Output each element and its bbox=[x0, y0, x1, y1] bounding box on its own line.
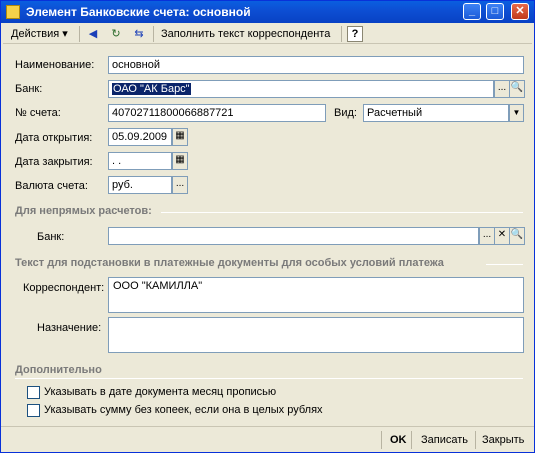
divider bbox=[486, 264, 523, 265]
title-bar[interactable]: Элемент Банковские счета: основной _ □ ✕ bbox=[1, 1, 534, 23]
calendar-icon[interactable]: ▦ bbox=[172, 128, 188, 146]
indirect-bank-input[interactable] bbox=[108, 227, 479, 245]
arrow-left-icon[interactable]: ◀ bbox=[85, 26, 101, 42]
dropdown-arrow-icon: ▾ bbox=[62, 28, 68, 40]
bank-search-icon[interactable]: 🔍 bbox=[509, 80, 525, 98]
minimize-button[interactable]: _ bbox=[463, 3, 481, 20]
account-input[interactable]: 40702711800066887721 bbox=[108, 104, 326, 122]
text-section-title: Текст для подстановки в платежные докуме… bbox=[15, 257, 444, 269]
purpose-textarea[interactable] bbox=[108, 317, 524, 353]
toolbar-separator bbox=[341, 26, 342, 42]
footer-separator bbox=[381, 431, 382, 449]
footer: OK Записать Закрыть bbox=[1, 426, 534, 452]
ok-button[interactable]: OK bbox=[390, 432, 407, 448]
correspondent-textarea[interactable]: ООО "КАМИЛЛА" bbox=[108, 277, 524, 313]
month-in-words-checkbox[interactable] bbox=[27, 386, 40, 399]
copy-arrows-icon[interactable]: ⇆ bbox=[131, 26, 147, 42]
sum-without-kopecks-label: Указывать сумму без копеек, если она в ц… bbox=[44, 404, 323, 416]
window-title: Элемент Банковские счета: основной bbox=[26, 5, 251, 19]
kind-label: Вид: bbox=[334, 107, 357, 119]
open-date-label: Дата открытия: bbox=[15, 132, 93, 144]
toolbar-separator bbox=[79, 26, 80, 42]
window-icon bbox=[6, 5, 20, 19]
clear-icon[interactable]: ✕ bbox=[494, 227, 510, 245]
currency-select-button[interactable]: ... bbox=[172, 176, 188, 194]
bank-label: Банк: bbox=[15, 83, 43, 95]
kind-select[interactable]: Расчетный bbox=[363, 104, 509, 122]
indirect-bank-search-icon[interactable]: 🔍 bbox=[509, 227, 525, 245]
account-label: № счета: bbox=[15, 107, 61, 119]
close-button[interactable]: Закрыть bbox=[482, 432, 524, 448]
month-in-words-label: Указывать в дате документа месяц пропись… bbox=[44, 386, 277, 398]
divider bbox=[161, 212, 523, 213]
close-window-button[interactable]: ✕ bbox=[511, 3, 529, 20]
bank-select-button[interactable]: ... bbox=[494, 80, 510, 98]
chevron-down-icon[interactable]: ▼ bbox=[509, 104, 524, 122]
toolbar-separator bbox=[153, 26, 154, 42]
footer-separator bbox=[475, 431, 476, 449]
actions-menu[interactable]: Действия ▾ bbox=[11, 25, 68, 43]
name-label: Наименование: bbox=[15, 59, 95, 71]
indirect-bank-label: Банк: bbox=[37, 231, 65, 243]
close-date-input[interactable]: . . bbox=[108, 152, 172, 170]
divider bbox=[15, 378, 523, 379]
refresh-icon[interactable]: ↻ bbox=[108, 26, 124, 42]
bank-value: ОАО "АК Барс" bbox=[112, 83, 191, 95]
correspondent-label: Корреспондент: bbox=[23, 282, 105, 294]
open-date-input[interactable]: 05.09.2009 bbox=[108, 128, 172, 146]
fill-correspondent-button[interactable]: Заполнить текст корреспондента bbox=[161, 25, 330, 43]
bank-account-window: Элемент Банковские счета: основной _ □ ✕… bbox=[0, 0, 535, 453]
toolbar: Действия ▾ ◀ ↻ ⇆ Заполнить текст корресп… bbox=[3, 24, 532, 44]
name-input[interactable]: основной bbox=[108, 56, 524, 74]
save-button[interactable]: Записать bbox=[421, 432, 468, 448]
close-date-label: Дата закрытия: bbox=[15, 156, 93, 168]
currency-label: Валюта счета: bbox=[15, 180, 88, 192]
indirect-section-title: Для непрямых расчетов: bbox=[15, 205, 152, 217]
indirect-bank-select-button[interactable]: ... bbox=[479, 227, 495, 245]
calendar-icon[interactable]: ▦ bbox=[172, 152, 188, 170]
help-icon[interactable]: ? bbox=[347, 26, 363, 42]
maximize-button[interactable]: □ bbox=[486, 3, 504, 20]
footer-separator bbox=[411, 431, 412, 449]
currency-input[interactable]: руб. bbox=[108, 176, 172, 194]
purpose-label: Назначение: bbox=[37, 322, 102, 334]
bank-input[interactable]: ОАО "АК Барс" bbox=[108, 80, 494, 98]
extra-section-title: Дополнительно bbox=[15, 364, 102, 376]
sum-without-kopecks-checkbox[interactable] bbox=[27, 404, 40, 417]
actions-label: Действия bbox=[11, 28, 60, 40]
